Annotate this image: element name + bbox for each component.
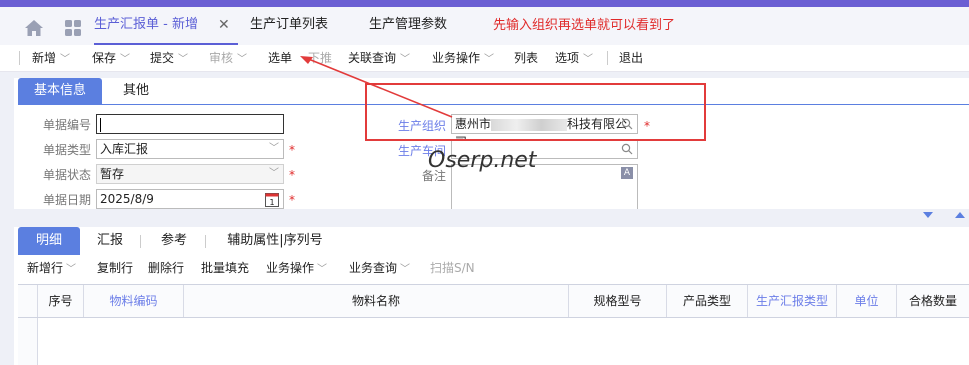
watermark-text: Oserp.net — [428, 148, 537, 173]
column-unit[interactable]: 单位 — [837, 285, 897, 317]
row-selector-column — [18, 318, 38, 365]
tab-separator — [140, 235, 141, 248]
batch-fill-label: 批量填充 — [201, 261, 250, 275]
column-seq[interactable]: 序号 — [38, 285, 84, 317]
column-spec[interactable]: 规格型号 — [569, 285, 667, 317]
column-report-type[interactable]: 生产汇报类型 — [748, 285, 837, 317]
tab-reference[interactable]: 参考 — [154, 227, 194, 255]
collapse-arrows[interactable] — [915, 209, 969, 221]
delete-row-label: 删除行 — [148, 261, 185, 275]
column-material-code[interactable]: 物料编码 — [84, 285, 184, 317]
business-query-button[interactable]: 业务查询 ﹀ — [349, 255, 410, 281]
scan-sn-label: 扫描S/N — [430, 261, 475, 275]
detail-panel: 明细 汇报 参考 辅助属性|序列号 新增行 ﹀ 复制行 删除行 批量填充 业务操作… — [14, 227, 969, 365]
add-row-button[interactable]: 新增行 ﹀ — [27, 255, 76, 281]
copy-row-label: 复制行 — [97, 261, 134, 275]
tab-detail[interactable]: 明细 — [18, 227, 80, 255]
tab-separator — [205, 235, 206, 248]
add-row-label: 新增行 — [27, 261, 64, 275]
scan-sn-button[interactable]: 扫描S/N — [430, 255, 475, 281]
column-material-name[interactable]: 物料名称 — [184, 285, 569, 317]
chevron-down-icon[interactable]: ﹀ — [400, 264, 410, 275]
chevron-down-icon[interactable]: ﹀ — [66, 264, 76, 275]
chevron-down-icon[interactable]: ﹀ — [317, 264, 327, 275]
business-query-label: 业务查询 — [349, 261, 398, 275]
detail-grid-header: 序号 物料编码 物料名称 规格型号 产品类型 生产汇报类型 单位 合格数量 — [18, 284, 969, 318]
tab-report[interactable]: 汇报 — [92, 227, 128, 255]
batch-fill-button[interactable]: 批量填充 — [201, 255, 249, 281]
detail-grid-body[interactable] — [18, 318, 969, 365]
select-all-column[interactable] — [18, 285, 38, 317]
tab-aux-serial[interactable]: 辅助属性|序列号 — [220, 227, 330, 255]
copy-row-button[interactable]: 复制行 — [97, 255, 133, 281]
row-business-operation-label: 业务操作 — [266, 261, 315, 275]
column-qualified-qty[interactable]: 合格数量 — [897, 285, 969, 317]
delete-row-button[interactable]: 删除行 — [148, 255, 184, 281]
row-business-operation-button[interactable]: 业务操作 ﹀ — [266, 255, 327, 281]
column-product-type[interactable]: 产品类型 — [667, 285, 748, 317]
